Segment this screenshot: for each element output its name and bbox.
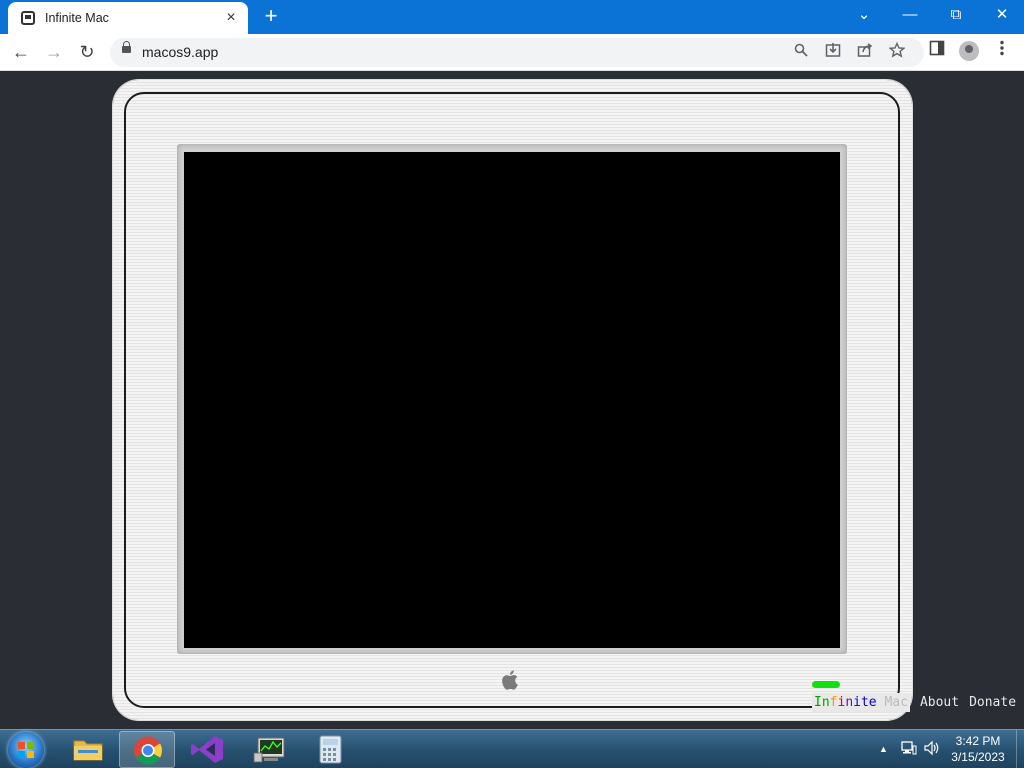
chrome-menu-icon[interactable]	[990, 40, 1014, 64]
page-content: Infinite Mac About Donate	[0, 71, 1024, 729]
chrome-icon	[134, 736, 162, 765]
emulator-screen[interactable]	[184, 152, 840, 648]
brand-letter: t	[860, 694, 869, 710]
bookmark-star-icon[interactable]	[887, 41, 907, 62]
apple-logo-icon	[502, 670, 518, 690]
footer-links: Infinite Mac About Donate	[812, 688, 1016, 716]
minimize-button[interactable]: —	[887, 0, 933, 32]
donate-link[interactable]: Donate	[969, 695, 1016, 710]
clock-time: 3:42 PM	[955, 734, 1001, 748]
brand-letter: M	[884, 694, 893, 710]
new-tab-button[interactable]: +	[260, 5, 282, 28]
brand-letter: i	[837, 694, 846, 710]
visual-studio-icon	[191, 736, 223, 763]
zoom-search-icon[interactable]	[791, 42, 811, 62]
browser-toolbar: ← → ↻ macos9.app	[0, 34, 1024, 71]
brand-letter: e	[868, 694, 877, 710]
close-window-button[interactable]: ✕	[979, 0, 1024, 32]
address-bar[interactable]: macos9.app	[110, 38, 924, 67]
restore-button[interactable]: ⧉	[933, 0, 979, 32]
brand-letter: a	[892, 694, 901, 710]
calculator-icon	[319, 735, 342, 764]
show-hidden-icons-chevron-icon[interactable]: ▲	[879, 744, 888, 754]
install-app-icon[interactable]	[823, 42, 843, 62]
taskbar-file-explorer[interactable]	[60, 731, 116, 768]
brand-letter: n	[845, 694, 854, 710]
brand-letter: i	[853, 694, 861, 710]
share-icon[interactable]	[855, 42, 875, 62]
mac-monitor-frame	[113, 80, 912, 720]
brand-letter: f	[829, 694, 838, 710]
browser-tab[interactable]: Infinite Mac ×	[8, 2, 248, 34]
windows-taskbar: ▲ 3:42 PM 3/15/2023	[0, 729, 1024, 768]
start-button[interactable]	[8, 732, 44, 768]
infinite-mac-brand-link[interactable]: Infinite Mac	[812, 692, 910, 712]
volume-icon[interactable]	[924, 740, 940, 759]
tab-search-chevron-icon[interactable]: ⌄	[841, 0, 887, 32]
network-icon[interactable]	[901, 740, 917, 759]
power-led	[812, 681, 840, 688]
tab-title: Infinite Mac	[45, 11, 109, 25]
url-text[interactable]: macos9.app	[142, 44, 218, 60]
folder-icon	[73, 740, 103, 761]
tab-close-icon[interactable]: ×	[222, 9, 240, 27]
browser-titlebar: Infinite Mac × + ⌄ — ⧉ ✕	[0, 0, 1024, 34]
reload-button[interactable]: ↻	[74, 40, 100, 66]
monitor-app-icon	[253, 737, 285, 763]
show-desktop-button[interactable]	[1016, 730, 1024, 768]
tab-favicon-icon	[21, 11, 35, 25]
back-button[interactable]: ←	[8, 40, 34, 66]
profile-avatar-icon[interactable]	[959, 41, 979, 61]
side-panel-icon[interactable]	[925, 40, 949, 64]
taskbar-system-monitor[interactable]	[242, 731, 298, 768]
taskbar-chrome[interactable]	[119, 731, 175, 768]
lock-icon[interactable]	[122, 41, 131, 53]
system-clock[interactable]: 3:42 PM 3/15/2023	[946, 733, 1010, 765]
taskbar-visual-studio[interactable]	[180, 731, 236, 768]
taskbar-calculator[interactable]	[302, 731, 358, 768]
about-link[interactable]: About	[920, 695, 959, 710]
brand-letter: c	[900, 694, 908, 710]
brand-letter: I	[814, 694, 822, 710]
clock-date: 3/15/2023	[951, 750, 1005, 764]
forward-button[interactable]: →	[41, 40, 67, 66]
brand-letter: n	[821, 694, 830, 710]
windows-logo-icon	[18, 742, 34, 758]
